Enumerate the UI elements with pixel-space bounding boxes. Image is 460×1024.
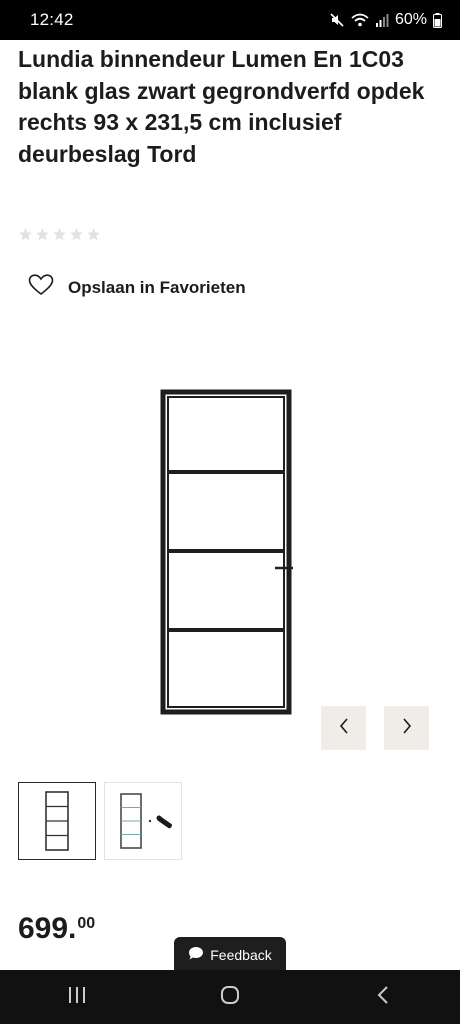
favorite-label: Opslaan in Favorieten	[68, 277, 246, 297]
speech-bubble-icon	[188, 946, 204, 964]
recent-apps-button[interactable]	[47, 977, 107, 1017]
mute-icon	[329, 12, 345, 28]
heart-icon	[28, 274, 54, 301]
gallery-prev-button[interactable]	[321, 706, 366, 750]
product-image[interactable]	[155, 385, 297, 721]
product-title: Lundia binnendeur Lumen En 1C03 blank gl…	[18, 46, 425, 167]
battery-level: 60%	[394, 11, 427, 28]
back-icon	[376, 985, 390, 1010]
thumbnail-door[interactable]	[18, 782, 96, 860]
status-time: 12:42	[30, 10, 74, 29]
chevron-right-icon	[401, 717, 413, 740]
star-icon	[35, 227, 50, 247]
price-cents: 00	[77, 915, 96, 932]
star-icon	[86, 227, 101, 247]
system-nav-bar	[0, 970, 460, 1024]
recent-apps-icon	[67, 986, 87, 1009]
star-icon	[52, 227, 67, 247]
status-bar: 12:42 60%	[0, 0, 460, 40]
gallery-next-button[interactable]	[384, 706, 429, 750]
feedback-label: Feedback	[210, 946, 272, 963]
home-icon	[220, 985, 240, 1010]
home-button[interactable]	[200, 977, 260, 1017]
wifi-icon	[351, 12, 369, 28]
chevron-left-icon	[338, 717, 350, 740]
price-main: 699.	[18, 912, 77, 945]
save-favorite-button[interactable]: Opslaan in Favorieten	[28, 274, 246, 301]
thumbnail-door-handle[interactable]	[104, 782, 182, 860]
rating-stars	[18, 227, 101, 247]
back-button[interactable]	[353, 977, 413, 1017]
signal-icon	[375, 13, 389, 27]
star-icon	[69, 227, 84, 247]
star-icon	[18, 227, 33, 247]
status-icons: 60%	[329, 11, 442, 29]
feedback-button[interactable]: Feedback	[174, 937, 286, 972]
price: 699. 00	[18, 914, 95, 944]
battery-icon	[433, 12, 442, 28]
